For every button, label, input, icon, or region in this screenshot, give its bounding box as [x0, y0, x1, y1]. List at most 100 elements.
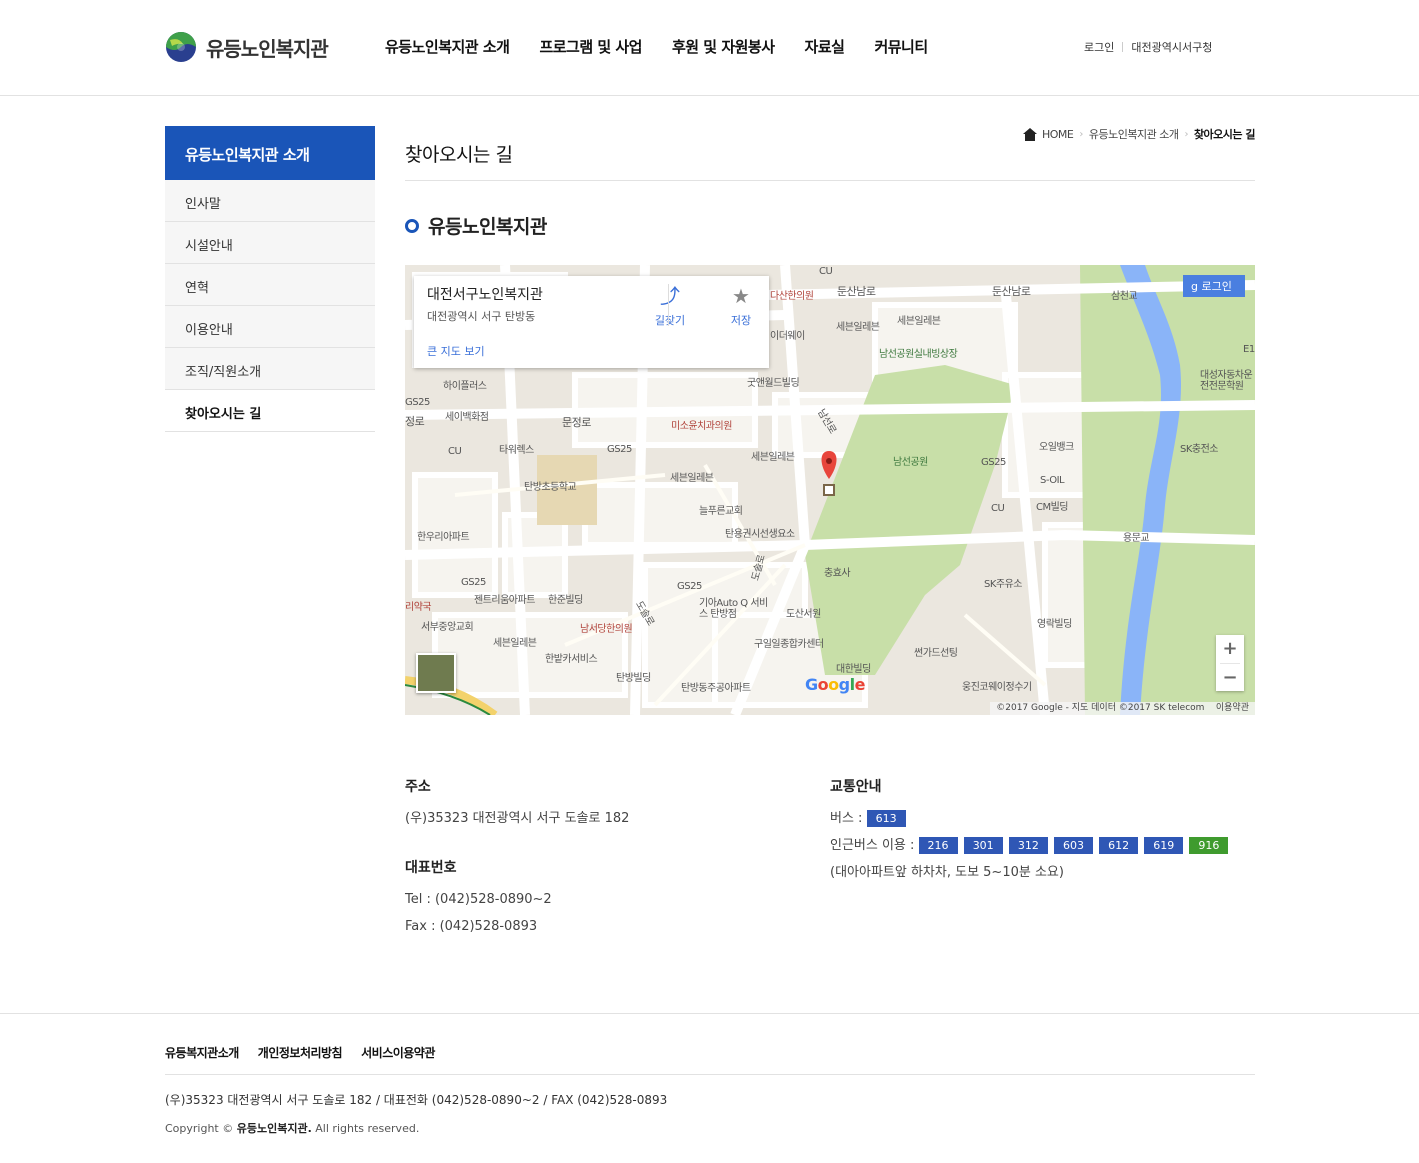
map-label: 남선공원	[893, 457, 928, 468]
side-menu-item-directions[interactable]: 찾아오시는 길	[165, 390, 375, 432]
tel-text: Tel : (042)528-0890~2	[405, 892, 552, 907]
map-label: GS25	[461, 577, 486, 588]
footer-divider	[165, 1074, 1255, 1075]
map-label: 웅진코웨이정수기	[962, 682, 1032, 693]
map-login-button[interactable]: g 로그인	[1183, 275, 1245, 297]
map-label: 오일뱅크	[1039, 442, 1074, 453]
circle-bullet-icon	[405, 218, 419, 233]
nav-item-resources[interactable]: 자료실	[805, 36, 845, 57]
map-label: 이더웨이	[770, 331, 805, 342]
map-login-label: 로그인	[1201, 280, 1232, 293]
directions-icon: ⤴	[660, 284, 680, 308]
bus-label: 버스 :	[830, 811, 863, 826]
map-label: 늘푸른교회	[699, 506, 743, 517]
map-label: CU	[991, 503, 1005, 514]
gov-link[interactable]: 대전광역시서구청	[1131, 39, 1212, 55]
place-address: 대전광역시 서구 탄방동	[427, 310, 536, 323]
side-menu-item-staff[interactable]: 조직/직원소개	[165, 348, 375, 390]
map-copyright-text: ©2017 Google - 지도 데이터 ©2017 SK telecom	[996, 703, 1205, 713]
satellite-toggle[interactable]	[416, 653, 456, 693]
map-label: 탄방동주공아파트	[681, 683, 751, 694]
map-label: 충효사	[824, 568, 851, 579]
map-label: GS25	[981, 457, 1006, 468]
map-label: 구일일종합카센터	[754, 639, 824, 650]
map-label: S-OIL	[1040, 475, 1065, 486]
map-label: CM빌딩	[1036, 502, 1069, 513]
side-menu-item-usage[interactable]: 이용안내	[165, 306, 375, 348]
breadcrumb-parent[interactable]: 유등노인복지관 소개	[1089, 126, 1179, 142]
google-map[interactable]: CU 다산한의원 둔산남로 둔산남로 삼천교 세븐일레븐 세븐일레븐 이더웨이 …	[405, 265, 1255, 715]
map-label: 용문교	[1123, 533, 1150, 544]
logo-icon	[166, 32, 196, 62]
copyright-prefix: Copyright ©	[165, 1122, 234, 1135]
map-label: 남서당한의원	[580, 624, 633, 635]
map-label: 영락빌딩	[1037, 619, 1072, 630]
traffic-info: 교통안내 버스 : 613 인근버스 이용 : 216 301 312 603 …	[830, 776, 1255, 886]
map-label: 미소윤치과의원	[671, 421, 732, 432]
map-label: 한밭카서비스	[545, 654, 598, 665]
map-label: 세이백화점	[445, 412, 489, 423]
star-icon: ★	[732, 284, 750, 308]
main-nav: 유등노인복지관 소개 프로그램 및 사업 후원 및 자원봉사 자료실 커뮤니티	[385, 36, 958, 57]
nav-item-community[interactable]: 커뮤니티	[874, 36, 928, 57]
nav-item-support[interactable]: 후원 및 자원봉사	[672, 36, 775, 57]
map-label: CU	[819, 266, 833, 277]
large-map-link[interactable]: 큰 지도 보기	[427, 343, 485, 359]
place-name: 대전서구노인복지관	[427, 287, 543, 303]
map-label: 탄방빌딩	[616, 673, 651, 684]
map-label: 세븐일레븐	[751, 452, 795, 463]
map-label: 대한빌딩	[836, 664, 871, 675]
bus-badge: 619	[1144, 837, 1184, 854]
map-label: 젠트리움아파트	[474, 595, 535, 606]
nearby-bus-line: 인근버스 이용 : 216 301 312 603 612 619 916	[830, 832, 1255, 859]
login-link[interactable]: 로그인	[1084, 39, 1114, 55]
map-label: 하이플러스	[443, 381, 487, 392]
chevron-right-icon: ›	[1079, 128, 1083, 140]
footer-link-about[interactable]: 유등복지관소개	[165, 1044, 239, 1061]
map-label: 썬가드선팅	[914, 648, 958, 659]
bus-badge: 216	[918, 837, 958, 854]
map-label: 기아Auto Q 서비스 탄방점	[699, 598, 768, 620]
save-button[interactable]: ★ 저장	[711, 284, 771, 328]
footer-address: (우)35323 대전광역시 서구 도솔로 182 / 대표전화 (042)52…	[165, 1093, 668, 1107]
map-terms-link[interactable]: 이용약관	[1216, 703, 1249, 713]
breadcrumb: HOME › 유등노인복지관 소개 › 찾아오시는 길	[1022, 126, 1256, 142]
directions-button[interactable]: ⤴ 길찾기	[640, 284, 700, 328]
site-logo[interactable]: 유등노인복지관	[165, 30, 329, 64]
map-copyright: ©2017 Google - 지도 데이터 ©2017 SK telecom 이…	[990, 702, 1255, 715]
util-divider	[1122, 42, 1124, 52]
bus-line: 버스 : 613	[830, 805, 1255, 832]
side-menu-item-facility[interactable]: 시설안내	[165, 222, 375, 264]
chevron-right-icon: ›	[1184, 128, 1188, 140]
footer-link-terms[interactable]: 서비스이용약관	[361, 1044, 435, 1061]
map-label: 세븐일레븐	[897, 316, 941, 327]
map-label: 세븐일레븐	[493, 638, 537, 649]
map-label: 정로	[405, 415, 425, 428]
footer-copyright: Copyright © 유등노인복지관. All rights reserved…	[165, 1120, 419, 1136]
nav-item-programs[interactable]: 프로그램 및 사업	[539, 36, 642, 57]
map-label: GS25	[677, 581, 702, 592]
map-label: 문정로	[562, 416, 591, 429]
map-label: SK충전소	[1180, 444, 1219, 455]
zoom-out-button[interactable]: −	[1216, 664, 1244, 692]
breadcrumb-current: 찾아오시는 길	[1193, 128, 1256, 141]
map-label: 리약국	[405, 602, 432, 613]
bus-badge: 312	[1008, 837, 1048, 854]
title-divider	[405, 180, 1255, 181]
phone-title: 대표번호	[405, 860, 457, 876]
page-title: 찾아오시는 길	[405, 144, 513, 166]
side-menu-title: 유등노인복지관 소개	[165, 126, 375, 180]
side-menu-item-greeting[interactable]: 인사말	[165, 180, 375, 222]
logo-text: 유등노인복지관	[206, 36, 329, 61]
nav-item-about[interactable]: 유등노인복지관 소개	[385, 36, 510, 57]
footer-link-privacy[interactable]: 개인정보처리방침	[258, 1044, 343, 1061]
side-menu-item-history[interactable]: 연혁	[165, 264, 375, 306]
breadcrumb-home[interactable]: HOME	[1042, 128, 1074, 141]
address-text: (우)35323 대전광역시 서구 도솔로 182	[405, 811, 630, 826]
map-label: 타워렉스	[499, 445, 534, 456]
directions-label: 길찾기	[654, 314, 686, 327]
bus-badge: 603	[1053, 837, 1093, 854]
zoom-in-button[interactable]: +	[1216, 635, 1244, 663]
org-name: 유등노인복지관	[428, 216, 547, 238]
address-title: 주소	[405, 779, 431, 795]
